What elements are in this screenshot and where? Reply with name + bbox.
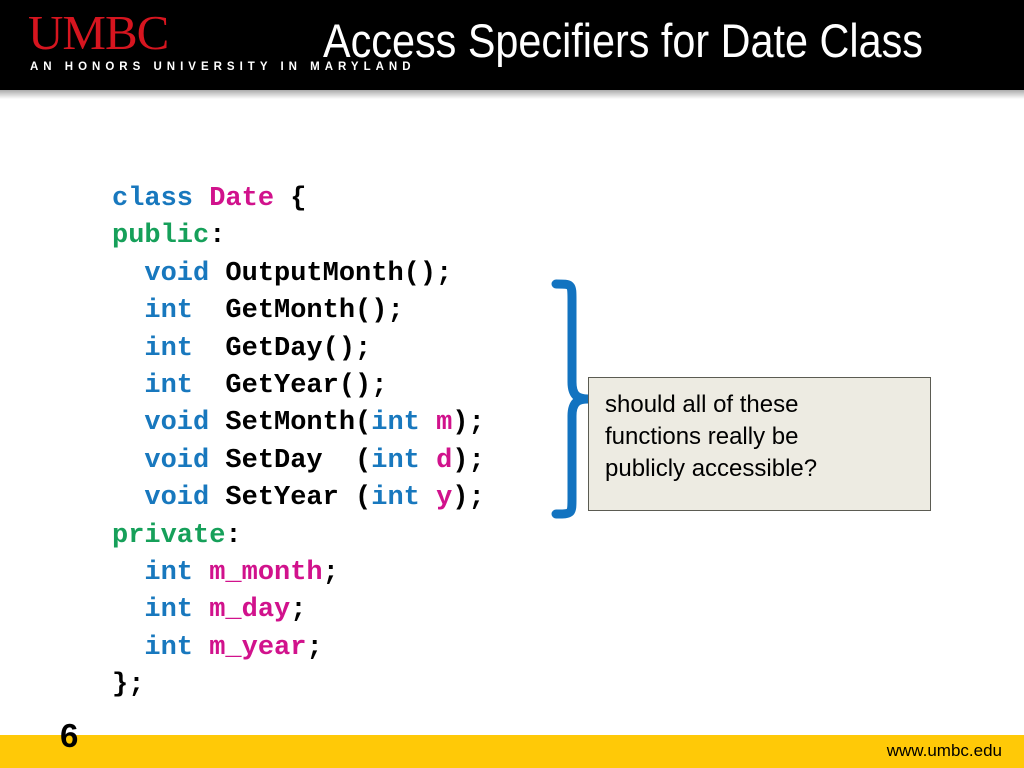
code-token: SetYear ( xyxy=(209,483,372,514)
footer-bar xyxy=(0,735,1024,768)
code-token: void xyxy=(144,258,210,289)
callout-box: should all of these functions really be … xyxy=(588,377,931,511)
code-token: int xyxy=(144,595,194,626)
code-token: class xyxy=(112,184,194,214)
code-token: ); xyxy=(452,445,485,476)
code-token: int xyxy=(144,370,194,401)
footer-url: www.umbc.edu xyxy=(886,741,1002,760)
code-token: OutputMonth(); xyxy=(209,258,453,289)
header-shadow xyxy=(0,90,1024,99)
code-token: int xyxy=(144,557,194,588)
code-line: }; xyxy=(112,667,485,704)
code-token: int xyxy=(371,408,420,439)
code-line: int GetYear(); xyxy=(112,368,485,405)
code-line: int m_month; xyxy=(112,555,485,592)
code-line: int m_day; xyxy=(112,592,485,629)
page-title: Access Specifiers for Date Class xyxy=(323,14,923,67)
code-line: public: xyxy=(112,218,485,255)
code-token: m_year xyxy=(209,632,307,663)
code-token: m_month xyxy=(209,557,323,588)
code-token: int xyxy=(144,632,194,663)
code-token: : xyxy=(209,221,226,252)
code-line: int m_year; xyxy=(112,630,485,667)
code-token: y xyxy=(436,483,453,514)
code-token: SetDay ( xyxy=(209,445,372,476)
code-token: void xyxy=(144,483,210,514)
code-token: { xyxy=(274,184,307,214)
code-token: int xyxy=(371,445,420,476)
code-token: Date xyxy=(209,184,275,214)
code-token: void xyxy=(144,408,210,439)
code-line: class Date { xyxy=(112,181,485,218)
code-token: ; xyxy=(306,632,323,663)
code-token: private xyxy=(112,520,226,551)
slide-canvas: UMBC AN HONORS UNIVERSITY IN MARYLAND Ac… xyxy=(0,0,1024,768)
code-token: void xyxy=(144,445,210,476)
code-token: int xyxy=(144,333,194,364)
code-line: void SetYear (int y); xyxy=(112,480,485,517)
code-token: ; xyxy=(290,595,307,626)
code-token: : xyxy=(225,520,242,551)
code-token: GetMonth(); xyxy=(193,296,404,327)
code-token: ); xyxy=(452,483,485,514)
code-token: m xyxy=(436,408,453,439)
code-line: int GetDay(); xyxy=(112,331,485,368)
code-token: int xyxy=(144,296,194,327)
callout-text: should all of these functions really be … xyxy=(605,391,818,482)
code-token: ); xyxy=(452,408,485,439)
code-line: void OutputMonth(); xyxy=(112,256,485,293)
code-token: ; xyxy=(322,557,339,588)
code-token: GetYear(); xyxy=(193,370,388,401)
code-token: int xyxy=(371,483,420,514)
code-listing: class Date {public: void OutputMonth(); … xyxy=(112,181,485,704)
code-line: void SetDay (int d); xyxy=(112,443,485,480)
code-line: int GetMonth(); xyxy=(112,293,485,330)
code-line: private: xyxy=(112,518,485,555)
code-token: SetMonth( xyxy=(209,408,372,439)
code-line: void SetMonth(int m); xyxy=(112,405,485,442)
code-token: GetDay(); xyxy=(193,333,372,364)
code-token: public xyxy=(112,221,210,252)
code-token: }; xyxy=(112,670,145,701)
page-number: 6 xyxy=(60,717,79,754)
code-token: d xyxy=(436,445,453,476)
code-token: m_day xyxy=(209,595,291,626)
